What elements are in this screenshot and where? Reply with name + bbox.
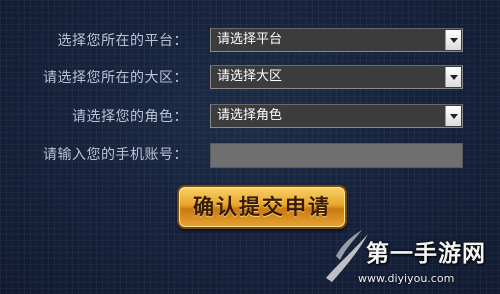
chevron-down-icon (450, 114, 458, 119)
phone-label: 请输入您的手机账号： (43, 147, 188, 163)
watermark-title: 第一手游网 (366, 241, 486, 267)
region-select[interactable]: 请选择大区 (210, 65, 463, 89)
submit-application-button[interactable]: 确认提交申请 (177, 185, 347, 229)
region-dropdown-button[interactable] (445, 67, 461, 87)
region-row: 请选择您所在的大区： 请选择大区 (0, 63, 500, 93)
region-select-value: 请选择大区 (217, 69, 283, 84)
phone-input[interactable] (210, 143, 463, 168)
role-dropdown-button[interactable] (445, 106, 461, 126)
chevron-down-icon (450, 75, 458, 80)
watermark-url: www.diyiyou.com (358, 272, 455, 285)
platform-dropdown-button[interactable] (445, 30, 461, 50)
role-select[interactable]: 请选择角色 (210, 104, 463, 128)
site-watermark: 第一手游网 www.diyiyou.com (322, 226, 500, 294)
role-select-value: 请选择角色 (217, 108, 283, 123)
region-label: 请选择您所在的大区： (43, 70, 188, 86)
chevron-down-icon (450, 38, 458, 43)
role-label: 请选择您的角色： (72, 109, 188, 125)
platform-row: 选择您所在的平台： 请选择平台 (0, 26, 500, 56)
platform-select-value: 请选择平台 (217, 32, 283, 47)
role-row: 请选择您的角色： 请选择角色 (0, 102, 500, 132)
phone-row: 请输入您的手机账号： (0, 140, 500, 170)
platform-select[interactable]: 请选择平台 (210, 28, 463, 52)
platform-label: 选择您所在的平台： (57, 33, 188, 49)
